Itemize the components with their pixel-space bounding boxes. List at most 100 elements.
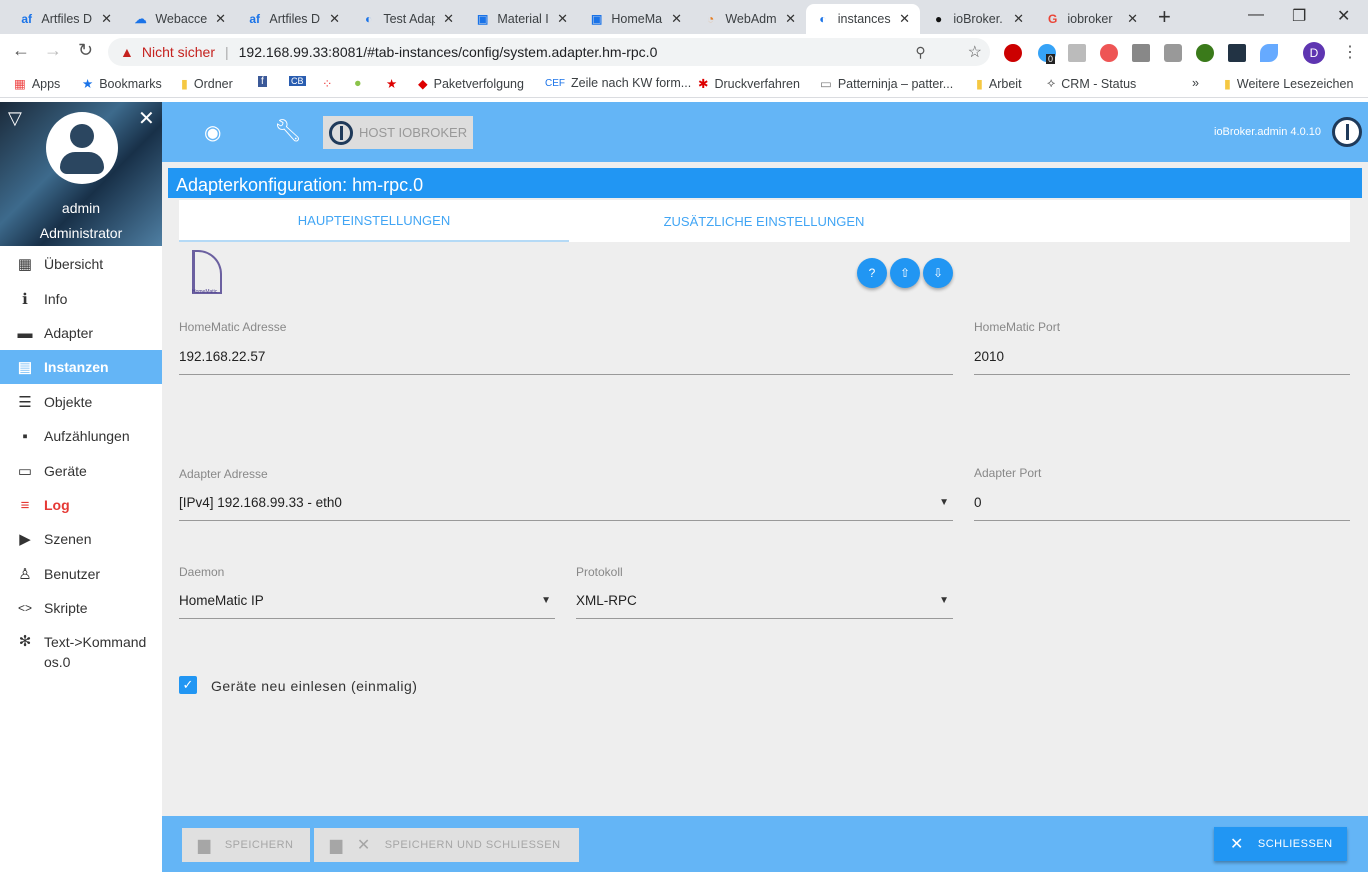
- sidebar-item-uebersicht[interactable]: ▦ Übersicht: [0, 247, 162, 281]
- bookmark-bookmarks[interactable]: ★ Bookmarks: [82, 76, 162, 92]
- close-button[interactable]: ✕ SCHLIESSEN: [1214, 827, 1347, 861]
- zoom-icon[interactable]: ⚲: [915, 44, 925, 61]
- sidebar-item-log[interactable]: ≡ Log: [0, 488, 162, 522]
- tab-zusaetzliche-einstellungen[interactable]: ZUSÄTZLICHE EINSTELLUNGEN: [569, 200, 959, 242]
- sidebar-item-text-kommandos[interactable]: ✻ Text->Kommandos.0: [0, 632, 162, 676]
- reload-icon[interactable]: ↻: [78, 40, 93, 61]
- close-sidebar-icon[interactable]: ✕: [138, 106, 155, 131]
- save-button[interactable]: ▆ SPEICHERN: [182, 828, 310, 862]
- enum-icon: ▪: [22, 427, 28, 445]
- download-button[interactable]: ⇩: [923, 258, 953, 288]
- facebook-bookmark[interactable]: f: [258, 76, 267, 87]
- globe-ext-icon[interactable]: [1196, 44, 1214, 62]
- bookmark-crm[interactable]: ⟡ CRM - Status: [1047, 76, 1136, 91]
- profile-avatar[interactable]: D: [1303, 42, 1325, 64]
- eye-icon[interactable]: ◉: [204, 120, 221, 145]
- wrench-icon[interactable]: 🔧︎: [274, 118, 302, 144]
- browser-tab[interactable]: ▣ HomeMa ✕: [580, 4, 692, 34]
- close-tab-icon[interactable]: ✕: [1127, 11, 1138, 27]
- close-tab-icon[interactable]: ✕: [899, 11, 910, 27]
- browser-tab[interactable]: ◔ WebAdm ✕: [694, 4, 806, 34]
- security-indicator[interactable]: Nicht sicher: [142, 44, 215, 60]
- adapter-port-input[interactable]: 0: [974, 495, 1350, 521]
- tab-favicon-icon: ◔: [707, 12, 715, 26]
- dots-bookmark[interactable]: ⁘: [322, 76, 332, 91]
- browser-tab-active[interactable]: ◐ instances ✕: [806, 4, 920, 34]
- sidebar-item-skripte[interactable]: <> Skripte: [0, 591, 162, 625]
- bookmark-zeile[interactable]: CEF Zeile nach KW form...: [545, 76, 691, 90]
- browser-tab[interactable]: Giobroker ✕: [1036, 4, 1148, 34]
- browser-tab[interactable]: ◐ Test Adap ✕: [352, 4, 464, 34]
- sidebar-item-benutzer[interactable]: ♙ Benutzer: [0, 557, 162, 591]
- android-bookmark[interactable]: ●: [354, 76, 362, 90]
- sidebar-item-geraete[interactable]: ▭ Geräte: [0, 454, 162, 488]
- bookmark-patterninja[interactable]: ▭ Patterninja – patter...: [820, 76, 953, 92]
- minimize-icon[interactable]: —: [1248, 6, 1264, 24]
- sidebar-item-szenen[interactable]: ▶ Szenen: [0, 522, 162, 556]
- sidebar-item-adapter[interactable]: ▬ Adapter: [0, 316, 162, 350]
- close-tab-icon[interactable]: ✕: [101, 11, 112, 27]
- hm-port-input[interactable]: 2010: [974, 349, 1350, 375]
- sidebar-item-info[interactable]: ℹ Info: [0, 282, 162, 316]
- browser-tab[interactable]: ▣ Material I ✕: [466, 4, 578, 34]
- sidebar-item-instanzen[interactable]: ▤ Instanzen: [0, 350, 162, 384]
- back-icon[interactable]: ←: [12, 40, 30, 61]
- bookmark-paketverfolgung[interactable]: ◆ Paketverfolgung: [418, 76, 524, 92]
- protocol-select[interactable]: XML-RPC ▼: [576, 593, 953, 619]
- daemon-select[interactable]: HomeMatic IP ▼: [179, 593, 555, 619]
- hm-address-input[interactable]: 192.168.22.57: [179, 349, 953, 375]
- browser-tab[interactable]: ☁ Webacce ✕: [124, 4, 236, 34]
- help-button[interactable]: ?: [857, 258, 887, 288]
- browser-tab[interactable]: af Artfiles D ✕: [10, 4, 122, 34]
- download-ext-icon[interactable]: [1068, 44, 1086, 62]
- restore-icon[interactable]: ❐: [1292, 6, 1306, 26]
- host-selector[interactable]: HOST IOBROKER: [323, 116, 473, 149]
- tab-haupteinstellungen[interactable]: HAUPTEINSTELLUNGEN: [179, 200, 569, 242]
- cb-bookmark[interactable]: CB: [289, 76, 306, 86]
- main-content: [162, 162, 1368, 816]
- bookmark-apps[interactable]: ▦ Apps: [14, 76, 60, 92]
- adapter-address-select[interactable]: [IPv4] 192.168.99.33 - eth0 ▼: [179, 495, 953, 521]
- forward-icon[interactable]: →: [44, 40, 62, 61]
- cast-icon[interactable]: [1132, 44, 1150, 62]
- save-close-button[interactable]: ▆ ✕ SPEICHERN UND SCHLIESSEN: [314, 828, 579, 862]
- close-tab-icon[interactable]: ✕: [443, 11, 454, 27]
- address-bar[interactable]: ▲ Nicht sicher | 192.168.99.33:8081/#tab…: [108, 38, 990, 66]
- languagetool-icon[interactable]: [1228, 44, 1246, 62]
- close-tab-icon[interactable]: ✕: [1013, 11, 1024, 27]
- menu-icon[interactable]: ⋮: [1342, 42, 1358, 62]
- close-tab-icon[interactable]: ✕: [215, 11, 226, 27]
- close-tab-icon[interactable]: ✕: [329, 11, 340, 27]
- reread-devices-checkbox[interactable]: ✓: [179, 676, 197, 694]
- browser-tab[interactable]: ● ioBroker. ✕: [922, 4, 1034, 34]
- sidebar-item-aufzaehlungen[interactable]: ▪ Aufzählungen: [0, 419, 162, 453]
- feather-icon[interactable]: [1260, 44, 1278, 62]
- star-bookmark[interactable]: ★: [386, 76, 397, 91]
- sidebar-item-objekte[interactable]: ☰ Objekte: [0, 385, 162, 419]
- camera-icon[interactable]: [1164, 44, 1182, 62]
- adblock-icon[interactable]: [1004, 44, 1022, 62]
- new-tab-button[interactable]: +: [1158, 4, 1171, 30]
- url-text[interactable]: 192.168.99.33:8081/#tab-instances/config…: [239, 44, 658, 60]
- adapter-port-label: Adapter Port: [974, 466, 1042, 480]
- ghostery-icon[interactable]: 0: [1038, 44, 1056, 64]
- close-tab-icon[interactable]: ✕: [671, 11, 682, 27]
- upload-button[interactable]: ⇧: [890, 258, 920, 288]
- protocol-label: Protokoll: [576, 565, 623, 579]
- close-tab-icon[interactable]: ✕: [557, 11, 568, 27]
- collapse-triangle-icon[interactable]: ▽: [8, 108, 22, 129]
- bookmark-star-icon[interactable]: ☆: [968, 42, 982, 62]
- bookmark-druckverfahren[interactable]: ✱ Druckverfahren: [698, 76, 800, 92]
- network-icon: ⟡: [1047, 76, 1056, 90]
- extension-icon[interactable]: [1100, 44, 1118, 62]
- other-bookmarks[interactable]: ▮ Weitere Lesezeichen: [1224, 76, 1353, 92]
- bookmark-folder[interactable]: ▮ Ordner: [181, 76, 233, 92]
- hm-address-label: HomeMatic Adresse: [179, 320, 287, 334]
- browser-tab[interactable]: af Artfiles D ✕: [238, 4, 350, 34]
- window-close-icon[interactable]: ✕: [1337, 6, 1350, 26]
- bookmark-arbeit[interactable]: ▮ Arbeit: [976, 76, 1022, 92]
- red-star-icon: ★: [386, 77, 398, 91]
- close-tab-icon[interactable]: ✕: [785, 11, 796, 27]
- more-bookmarks-button[interactable]: »: [1192, 76, 1199, 90]
- info-icon: ℹ: [22, 291, 28, 308]
